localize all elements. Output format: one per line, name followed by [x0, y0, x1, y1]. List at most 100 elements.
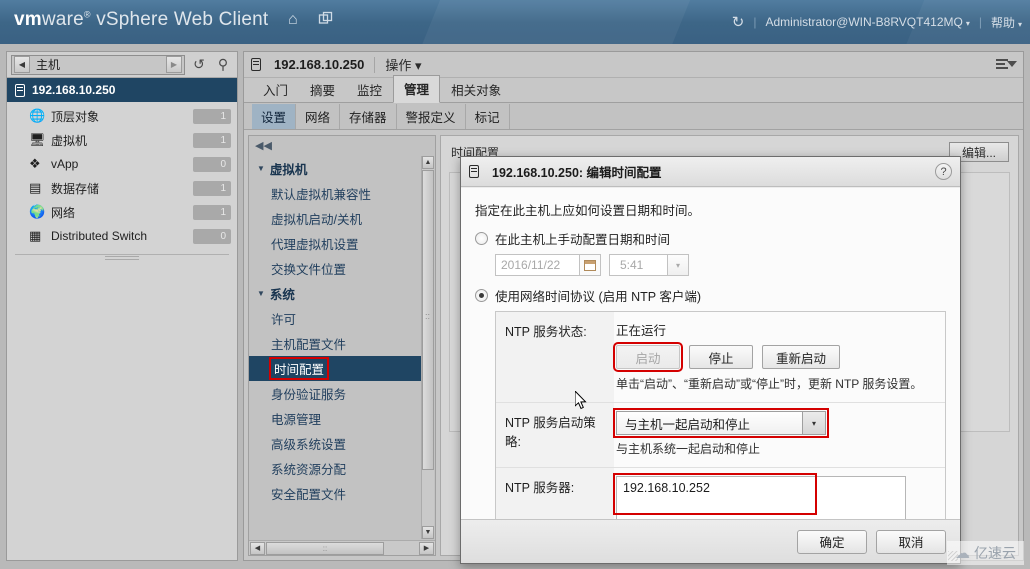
subtab-alarm-definitions[interactable]: 警报定义 — [397, 103, 466, 129]
ntp-option-label: 使用网络时间协议 (启用 NTP 客户端) — [495, 290, 702, 304]
actions-menu[interactable]: 操作 ▾ — [385, 55, 421, 74]
tree-item-vm-startup-shutdown[interactable]: 虚拟机启动/关机 — [249, 206, 421, 231]
tree-item-swap-file-location[interactable]: 交换文件位置 — [249, 256, 421, 281]
pin-icon[interactable]: ⚲ — [213, 56, 233, 73]
subtab-networking[interactable]: 网络 — [296, 103, 341, 129]
nav-forward-icon[interactable]: ▶ — [166, 56, 182, 73]
sidebar-item-count: 1 — [193, 180, 231, 196]
stop-button[interactable]: 停止 — [689, 345, 753, 369]
edit-time-configuration-dialog: 192.168.10.250: 编辑时间配置 ? 指定在此主机上应如何设置日期和… — [460, 156, 961, 564]
sidebar-item-distributed-switch[interactable]: ▦ Distributed Switch 0 — [7, 224, 237, 248]
dialog-footer: 确定 取消 — [461, 519, 960, 563]
horizontal-scroll-thumb[interactable]: :: — [266, 541, 384, 555]
tree-vertical-scrollbar[interactable]: ▲ ▼ — [421, 156, 434, 539]
ok-button[interactable]: 确定 — [797, 529, 867, 554]
sidebar-item-count: 1 — [193, 204, 231, 220]
tree-item-authentication-services[interactable]: 身份验证服务 — [249, 381, 421, 406]
vmware-brand: vmware® vSphere Web Client — [14, 9, 268, 31]
subtab-settings[interactable]: 设置 — [252, 103, 297, 129]
ntp-servers-input[interactable] — [616, 476, 906, 524]
tree-item-system-resource-allocation[interactable]: 系统资源分配 — [249, 456, 421, 481]
tab-summary[interactable]: 摘要 — [299, 76, 346, 103]
tree-group-virtual-machines[interactable]: ▼ 虚拟机 — [249, 156, 421, 181]
header-sheen — [411, 0, 699, 44]
tab-monitor[interactable]: 监控 — [346, 76, 393, 103]
navigator-item-list: 🌐 顶层对象 1 🖥 虚拟机 1 ❖ vApp 0 ▤ 数据存储 1 🌍 网络 … — [7, 102, 237, 248]
manual-time-option-row[interactable]: 在此主机上手动配置日期和时间 — [475, 229, 946, 248]
horizontal-scroll-track[interactable]: :: — [266, 541, 418, 555]
network-icon: 🌍 — [29, 204, 46, 219]
tree-item-time-configuration[interactable]: 时间配置 — [249, 356, 421, 381]
subtab-tags[interactable]: 标记 — [466, 103, 510, 129]
date-input[interactable]: 2016/11/22 — [495, 254, 579, 276]
tree-item-default-vm-compatibility[interactable]: 默认虚拟机兼容性 — [249, 181, 421, 206]
list-options-icon[interactable] — [995, 57, 1017, 73]
navigator-panel: ◀ 主机 ▶ ↺ ⚲ 192.168.10.250 🌐 顶层对象 1 🖥 虚拟机… — [6, 51, 238, 561]
help-label: 帮助 — [990, 15, 1015, 30]
sidebar-item-virtual-machines[interactable]: 🖥 虚拟机 1 — [7, 128, 237, 152]
ntp-policy-hint: 与主机系统一起启动和停止 — [616, 442, 761, 456]
new-window-icon[interactable] — [318, 11, 333, 31]
scroll-left-icon[interactable]: ◀ — [250, 541, 265, 555]
sidebar-item-vapp[interactable]: ❖ vApp 0 — [7, 152, 237, 176]
time-dropdown-icon[interactable]: ▾ — [667, 254, 689, 276]
header-separator-2: | — [978, 15, 982, 29]
help-menu[interactable]: 帮助 ▾ — [991, 14, 1022, 31]
subtab-storage[interactable]: 存储器 — [340, 103, 397, 129]
top-header-bar: vmware® vSphere Web Client ⌂ ↻ | Adminis… — [0, 0, 1030, 44]
tree-horizontal-scrollbar[interactable]: ◀ :: ▶ — [249, 540, 435, 555]
scroll-right-icon[interactable]: ▶ — [419, 541, 434, 555]
vertical-scroll-thumb[interactable] — [422, 170, 434, 470]
chevron-down-icon-vm: ▼ — [257, 164, 265, 173]
selected-host-label: 192.168.10.250 — [32, 83, 116, 97]
user-menu[interactable]: Administrator@WIN-B8RVQT412MQ ▾ — [765, 15, 969, 29]
tree-item-host-profile[interactable]: 主机配置文件 — [249, 331, 421, 356]
tree-item-power-management[interactable]: 电源管理 — [249, 406, 421, 431]
header-divider — [374, 56, 376, 73]
time-input[interactable]: 5:41 — [609, 254, 667, 276]
ntp-radio[interactable] — [475, 289, 488, 302]
navigator-splitter[interactable] — [15, 254, 229, 262]
calendar-icon[interactable] — [579, 254, 601, 276]
tab-manage[interactable]: 管理 — [393, 75, 441, 103]
tree-group-system[interactable]: ▼ 系统 — [249, 281, 421, 306]
tree-item-security-profile[interactable]: 安全配置文件 — [249, 481, 421, 506]
tree-node-label: 虚拟机 — [269, 163, 308, 177]
ntp-policy-value-cell: 与主机一起启动和停止 ▾ 与主机系统一起启动和停止 — [613, 403, 945, 467]
help-icon[interactable]: ? — [935, 163, 952, 180]
tree-item-licensing[interactable]: 许可 — [249, 306, 421, 331]
nav-back-icon[interactable]: ◀ — [14, 56, 30, 73]
tree-node-label: 时间配置 — [268, 357, 330, 380]
refresh-icon[interactable]: ↻ — [732, 13, 745, 31]
chevron-down-icon-actions: ▾ — [415, 58, 422, 73]
watermark: ☁ 亿速云 — [947, 541, 1024, 565]
dialog-title-bar[interactable]: 192.168.10.250: 编辑时间配置 ? — [461, 157, 960, 187]
navigator-breadcrumb[interactable]: ◀ 主机 ▶ — [11, 54, 185, 75]
tab-related-objects[interactable]: 相关对象 — [440, 76, 512, 103]
sidebar-item-networks[interactable]: 🌍 网络 1 — [7, 200, 237, 224]
tree-item-agent-vm-settings[interactable]: 代理虚拟机设置 — [249, 231, 421, 256]
sidebar-item-top-level-objects[interactable]: 🌐 顶层对象 1 — [7, 104, 237, 128]
header-separator-1: | — [753, 15, 757, 29]
history-icon[interactable]: ↺ — [189, 56, 209, 73]
globe-icon: 🌐 — [29, 108, 46, 123]
cancel-button[interactable]: 取消 — [876, 529, 946, 554]
ntp-option-row[interactable]: 使用网络时间协议 (启用 NTP 客户端) — [475, 286, 946, 305]
navigator-selected-host[interactable]: 192.168.10.250 — [7, 78, 237, 102]
chevron-down-icon-policy[interactable]: ▾ — [802, 411, 826, 435]
tree-item-advanced-system-settings[interactable]: 高级系统设置 — [249, 431, 421, 456]
tab-getting-started[interactable]: 入门 — [252, 76, 299, 103]
home-icon[interactable]: ⌂ — [288, 11, 298, 29]
tree-node-label: 系统 — [269, 288, 295, 302]
manual-time-radio[interactable] — [475, 232, 488, 245]
cloud-icon: ☁ — [955, 545, 970, 562]
ntp-policy-select[interactable]: 与主机一起启动和停止 ▾ — [613, 408, 829, 438]
restart-button[interactable]: 重新启动 — [762, 345, 841, 369]
sidebar-item-datastores[interactable]: ▤ 数据存储 1 — [7, 176, 237, 200]
scroll-up-icon[interactable]: ▲ — [422, 156, 434, 169]
manual-datetime-row: 2016/11/22 5:41 ▾ — [495, 254, 946, 276]
object-header: 192.168.10.250 操作 ▾ — [244, 52, 1023, 78]
dswitch-icon: ▦ — [29, 228, 42, 243]
scroll-down-icon[interactable]: ▼ — [422, 526, 434, 539]
collapse-left-icon[interactable]: ◀◀ — [249, 136, 435, 154]
